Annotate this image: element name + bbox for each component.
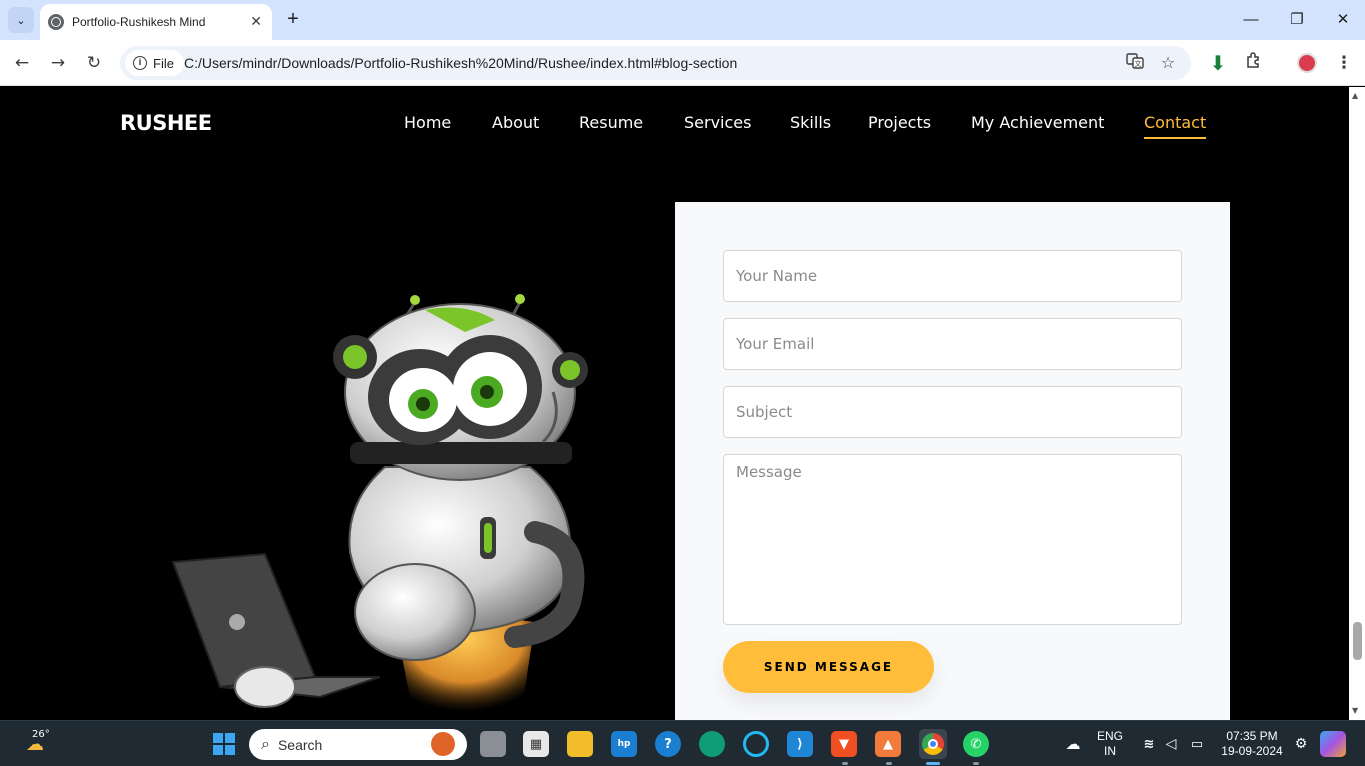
forward-button[interactable]: → — [46, 51, 70, 75]
clock-time: 07:35 PM — [1226, 729, 1278, 743]
clock[interactable]: 07:35 PM 19-09-2024 — [1214, 729, 1290, 759]
robot-illustration — [171, 294, 588, 720]
active-tab[interactable]: Portfolio-Rushikesh Mind ✕ — [40, 4, 272, 40]
url-text[interactable]: C:/Users/mindr/Downloads/Portfolio-Rushi… — [184, 46, 737, 80]
restore-button[interactable]: ❐ — [1284, 8, 1310, 32]
site-info-label: File — [153, 55, 174, 71]
myhp-icon[interactable]: hp — [611, 731, 637, 757]
chrome-browser-icon[interactable] — [919, 729, 947, 759]
search-label: Search — [277, 736, 323, 753]
cortana-icon[interactable] — [743, 731, 769, 757]
extensions-icon[interactable] — [1242, 51, 1266, 75]
site-info-chip[interactable]: i File — [125, 50, 184, 76]
menu-kebab-icon[interactable]: ⋮ — [1332, 51, 1356, 75]
active-nav-underline — [1144, 137, 1207, 139]
onedrive-icon[interactable]: ☁ — [1060, 731, 1086, 757]
nav-home[interactable]: Home — [404, 113, 451, 132]
task-view-icon[interactable] — [480, 731, 506, 757]
contact-form-card: SEND MESSAGE — [675, 202, 1230, 720]
volume-icon[interactable]: ◁ — [1158, 731, 1184, 757]
nav-my-achievement[interactable]: My Achievement — [971, 113, 1104, 132]
globe-icon — [48, 14, 64, 30]
subject-input[interactable] — [723, 386, 1182, 438]
whatsapp-icon[interactable]: ✆ — [963, 731, 989, 757]
taskbar-search-box[interactable]: ⌕ Search — [249, 729, 467, 760]
close-tab-icon[interactable]: ✕ — [250, 14, 262, 30]
notification-icon[interactable]: ⚙ — [1288, 731, 1314, 757]
email-input[interactable] — [723, 318, 1182, 370]
running-indicator — [973, 762, 979, 765]
name-input[interactable] — [723, 250, 1182, 302]
running-indicator — [886, 762, 892, 765]
back-button[interactable]: ← — [10, 51, 34, 75]
weather-temp: 26° — [32, 729, 50, 740]
download-icon[interactable]: ⬇ — [1206, 51, 1230, 75]
vscode-icon[interactable]: ⟩ — [787, 731, 813, 757]
message-textarea[interactable] — [723, 454, 1182, 625]
lang-bottom: IN — [1104, 744, 1116, 758]
nav-contact-label: Contact — [1144, 113, 1207, 132]
tab-title: Portfolio-Rushikesh Mind — [72, 15, 206, 29]
active-app-indicator — [926, 762, 940, 765]
nav-contact[interactable]: Contact — [1144, 113, 1207, 139]
windows-taskbar: ☁ 26° ⌕ Search ▦ hp ? ⟩ ▼ ▲ ✆ ☁ ENG IN ≋… — [0, 720, 1365, 766]
bookmark-star-icon[interactable]: ☆ — [1157, 52, 1179, 74]
file-explorer-icon[interactable] — [567, 731, 593, 757]
microsoft-store-icon[interactable]: ▦ — [523, 731, 549, 757]
weather-widget[interactable]: ☁ 26° — [18, 729, 52, 757]
translate-icon[interactable]: 文 — [1124, 52, 1146, 74]
battery-icon[interactable]: ▭ — [1184, 731, 1210, 757]
search-icon: ⌕ — [261, 735, 270, 753]
send-message-button[interactable]: SEND MESSAGE — [723, 641, 934, 693]
nav-projects[interactable]: Projects — [868, 113, 931, 132]
browser-toolbar: ← → ↻ i File C:/Users/mindr/Downloads/Po… — [0, 40, 1365, 86]
svg-text:文: 文 — [1135, 59, 1142, 68]
lang-top: ENG — [1096, 729, 1123, 743]
help-icon[interactable]: ? — [655, 731, 681, 757]
nav-skills[interactable]: Skills — [790, 113, 831, 132]
browser-tab-strip: ⌄ Portfolio-Rushikesh Mind ✕ + — ❐ ✕ — [0, 0, 1365, 40]
nav-resume[interactable]: Resume — [579, 113, 643, 132]
running-indicator — [842, 762, 848, 765]
search-highlight-icon — [431, 732, 455, 756]
webpage: RUSHEE Home About Resume Services Skills… — [0, 87, 1349, 720]
page-scrollbar[interactable]: ▲ ▼ — [1349, 87, 1365, 720]
nav-services[interactable]: Services — [684, 113, 751, 132]
edge-browser-icon[interactable] — [699, 731, 725, 757]
brave-browser-icon[interactable]: ▼ — [831, 731, 857, 757]
scroll-down-arrow-icon[interactable]: ▼ — [1352, 706, 1358, 715]
reload-button[interactable]: ↻ — [82, 51, 106, 75]
info-icon: i — [133, 56, 147, 70]
clock-date: 19-09-2024 — [1221, 744, 1283, 758]
scrollbar-thumb[interactable] — [1353, 622, 1362, 660]
windows-start-icon[interactable] — [211, 731, 237, 757]
copilot-icon[interactable] — [1320, 731, 1346, 757]
main-nav: Home About Resume Services Skills Projec… — [0, 113, 1349, 143]
address-bar[interactable]: i File C:/Users/mindr/Downloads/Portfoli… — [120, 46, 1191, 80]
scroll-up-arrow-icon[interactable]: ▲ — [1352, 91, 1358, 100]
tab-search-button[interactable]: ⌄ — [8, 7, 34, 33]
app-icon[interactable]: ▲ — [875, 731, 901, 757]
profile-avatar[interactable] — [1295, 51, 1319, 75]
close-window-button[interactable]: ✕ — [1330, 8, 1356, 32]
minimize-button[interactable]: — — [1238, 8, 1264, 32]
nav-about[interactable]: About — [492, 113, 539, 132]
new-tab-button[interactable]: + — [282, 8, 304, 30]
language-indicator[interactable]: ENG IN — [1094, 729, 1126, 759]
